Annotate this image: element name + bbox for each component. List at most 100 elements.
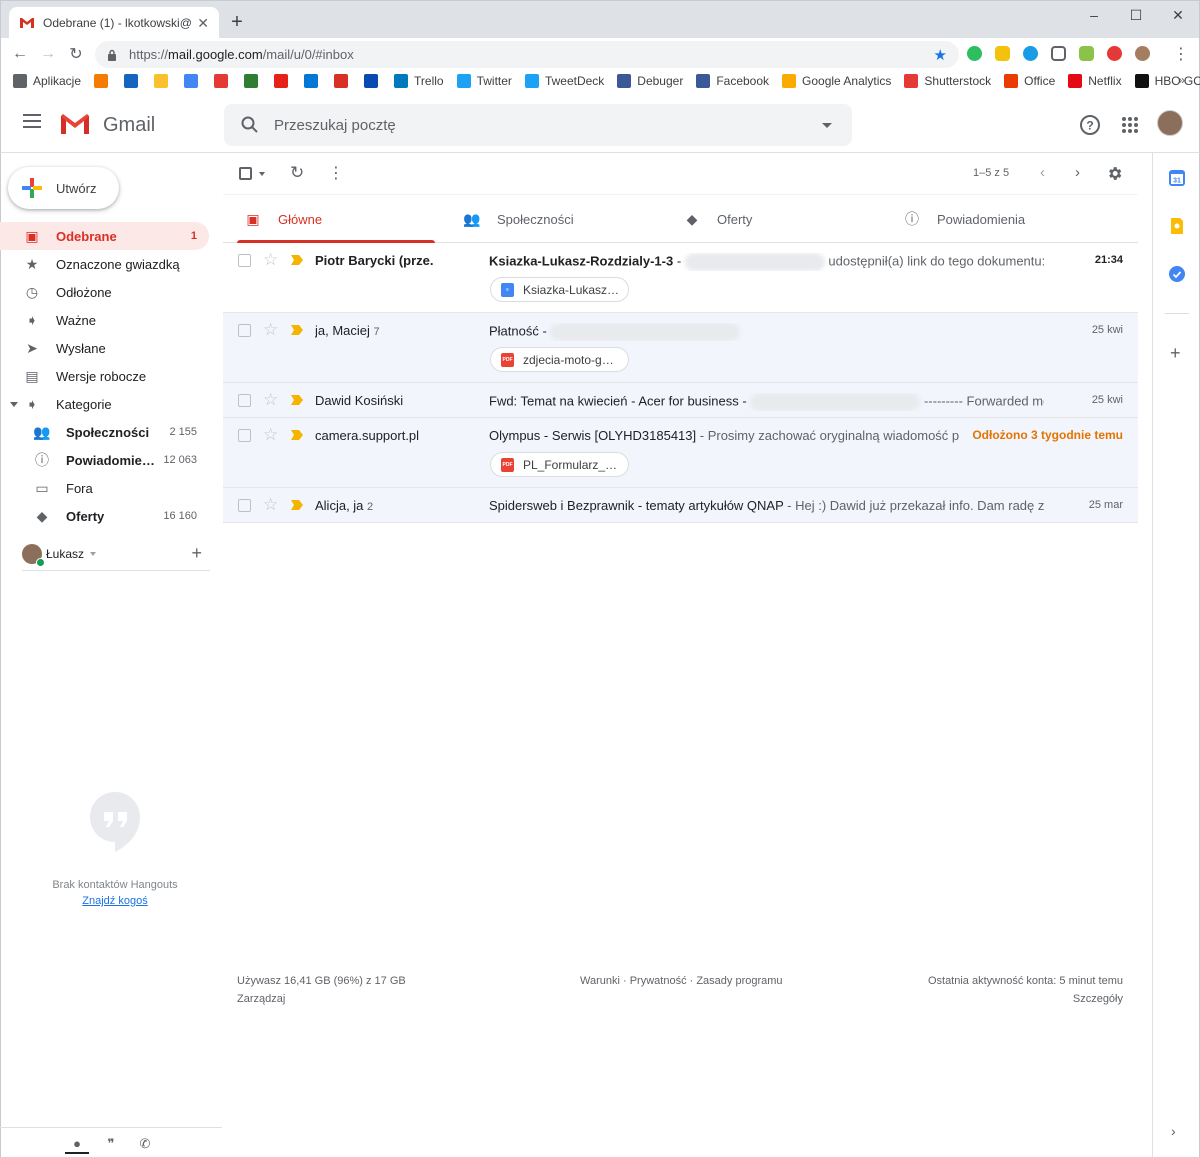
select-dropdown-icon[interactable] <box>259 172 265 176</box>
forward-icon[interactable]: → <box>37 43 59 65</box>
bookmark-item[interactable] <box>184 74 204 88</box>
find-someone-link[interactable]: Znajdź kogoś <box>0 895 230 907</box>
bookmark-item[interactable]: Shutterstock <box>904 74 991 88</box>
phone-icon[interactable]: ✆ <box>133 1134 157 1154</box>
bookmark-item[interactable]: HBO GO <box>1134 74 1200 88</box>
policy-links[interactable]: Warunki · Prywatność · Zasady programu <box>580 972 783 990</box>
star-icon[interactable]: ☆ <box>263 320 278 340</box>
account-avatar[interactable] <box>1157 110 1183 136</box>
important-marker-icon[interactable] <box>291 395 303 405</box>
search-icon[interactable] <box>240 115 260 135</box>
important-marker-icon[interactable] <box>291 325 303 335</box>
pocket-extension-icon[interactable] <box>1047 42 1069 64</box>
bookmark-item[interactable] <box>214 74 234 88</box>
tasks-icon[interactable] <box>1169 266 1185 282</box>
sidebar-item[interactable]: ➧ Kategorie <box>0 390 209 418</box>
bookmark-item[interactable] <box>244 74 264 88</box>
table-row[interactable]: ☆ Dawid Kosiński Fwd: Temat na kwiecień … <box>223 383 1138 418</box>
more-bookmarks-icon[interactable]: » <box>1178 73 1185 87</box>
bookmark-item[interactable] <box>124 74 144 88</box>
bookmark-star-icon[interactable]: ★ <box>934 46 947 64</box>
minimize-icon[interactable]: – <box>1073 1 1115 29</box>
sidebar-category-item[interactable]: ⓘ Powiadomie… 12 063 <box>0 446 209 474</box>
table-row[interactable]: ☆ Piotr Barycki (prze. Ksiazka-Lukasz-Ro… <box>223 243 1138 313</box>
calendar-icon[interactable]: 31 <box>1169 170 1185 186</box>
browser-tab[interactable]: Odebrane (1) - lkotkowski@gmai ✕ <box>9 7 219 39</box>
bookmark-item[interactable] <box>274 74 294 88</box>
attachment-chip[interactable]: ≡ Ksiazka-Lukasz… <box>490 277 629 302</box>
bookmark-item[interactable] <box>334 74 354 88</box>
main-menu-icon[interactable] <box>23 114 41 128</box>
sidebar-item[interactable]: ★ Oznaczone gwiazdką <box>0 250 209 278</box>
bookmark-item[interactable]: Facebook <box>696 74 769 88</box>
bookmark-item[interactable]: Office <box>1004 74 1055 88</box>
select-all-checkbox[interactable] <box>239 167 252 180</box>
sidebar-item[interactable]: ▣ Odebrane 1 <box>0 222 209 250</box>
bookmark-item[interactable] <box>154 74 174 88</box>
sidebar-item[interactable]: ➤ Wysłane <box>0 334 209 362</box>
tab-social[interactable]: 👥 Społeczności <box>449 195 654 243</box>
sidebar-category-item[interactable]: ▭ Fora <box>0 474 209 502</box>
prev-page-icon[interactable]: ‹ <box>1040 164 1045 181</box>
table-row[interactable]: ☆ Alicja, ja 2 Spidersweb i Bezprawnik -… <box>223 488 1138 523</box>
bookmark-item[interactable] <box>364 74 384 88</box>
bookmark-item[interactable]: Debuger <box>617 74 683 88</box>
bookmark-item[interactable]: TweetDeck <box>524 74 604 88</box>
bookmark-item[interactable]: Trello <box>394 74 444 88</box>
expand-categories-icon[interactable] <box>10 401 18 407</box>
sidebar-item[interactable]: ◷ Odłożone <box>0 278 209 306</box>
hangouts-status-dropdown-icon[interactable] <box>90 551 97 556</box>
gmail-logo-icon[interactable] <box>59 112 91 136</box>
star-icon[interactable]: ☆ <box>263 495 278 515</box>
expand-panel-icon[interactable]: › <box>1171 1123 1176 1139</box>
row-checkbox[interactable] <box>238 394 251 407</box>
attachment-chip[interactable]: PDF PL_Formularz_… <box>490 452 629 477</box>
maximize-icon[interactable]: ☐ <box>1115 1 1157 29</box>
important-marker-icon[interactable] <box>291 255 303 265</box>
hangouts-chat-icon[interactable]: ❞ <box>99 1134 123 1154</box>
important-marker-icon[interactable] <box>291 500 303 510</box>
star-icon[interactable]: ☆ <box>263 390 278 410</box>
important-marker-icon[interactable] <box>291 430 303 440</box>
next-page-icon[interactable]: › <box>1075 164 1080 181</box>
manage-storage-link[interactable]: Zarządzaj <box>237 990 406 1008</box>
browser-menu-icon[interactable]: ⋮ <box>1173 44 1189 64</box>
extension-plant-icon[interactable] <box>1075 42 1097 64</box>
refresh-icon[interactable]: ↻ <box>290 163 304 183</box>
search-options-icon[interactable] <box>822 122 832 128</box>
bookmark-item[interactable]: Twitter <box>456 74 512 88</box>
table-row[interactable]: ☆ ja, Maciej 7 Płatność - 25 kwi PDF zdj… <box>223 313 1138 383</box>
sidebar-item[interactable]: ▤ Wersje robocze <box>0 362 209 390</box>
help-icon[interactable]: ? <box>1079 114 1101 136</box>
add-addon-icon[interactable]: + <box>1170 343 1181 364</box>
extension-yellow-icon[interactable] <box>991 42 1013 64</box>
sidebar-category-item[interactable]: ◆ Oferty 16 160 <box>0 502 209 530</box>
attachment-chip[interactable]: PDF zdjecia-moto-g… <box>490 347 629 372</box>
tab-updates[interactable]: ⓘ Powiadomienia <box>889 195 1109 243</box>
sidebar-category-item[interactable]: 👥 Społeczności 2 155 <box>0 418 209 446</box>
back-icon[interactable]: ← <box>9 43 31 65</box>
compose-button[interactable]: Utwórz <box>8 167 119 209</box>
evernote-extension-icon[interactable] <box>963 42 985 64</box>
search-input[interactable]: Przeszukaj pocztę <box>274 117 822 134</box>
activity-details-link[interactable]: Szczegóły <box>928 990 1123 1008</box>
new-tab-button[interactable]: + <box>227 11 247 34</box>
close-window-icon[interactable]: ✕ <box>1157 1 1199 29</box>
reload-icon[interactable]: ↻ <box>65 43 87 65</box>
star-icon[interactable]: ☆ <box>263 250 278 270</box>
table-row[interactable]: ☆ camera.support.pl Olympus - Serwis [OL… <box>223 418 1138 488</box>
bookmark-item[interactable]: Netflix <box>1068 74 1122 88</box>
search-box[interactable]: Przeszukaj pocztę <box>224 104 852 146</box>
close-tab-icon[interactable]: ✕ <box>197 15 209 32</box>
row-checkbox[interactable] <box>238 324 251 337</box>
bookmark-item[interactable]: Aplikacje <box>13 74 81 88</box>
settings-gear-icon[interactable] <box>1106 165 1123 182</box>
tab-promotions[interactable]: ◆ Oferty <box>669 195 874 243</box>
tab-primary[interactable]: ▣ Główne <box>230 195 435 243</box>
keep-icon[interactable] <box>1169 218 1185 234</box>
row-checkbox[interactable] <box>238 429 251 442</box>
hangouts-user[interactable]: Łukasz + <box>22 537 210 571</box>
contacts-person-icon[interactable]: ● <box>65 1134 89 1154</box>
new-conversation-icon[interactable]: + <box>191 543 202 564</box>
row-checkbox[interactable] <box>238 254 251 267</box>
